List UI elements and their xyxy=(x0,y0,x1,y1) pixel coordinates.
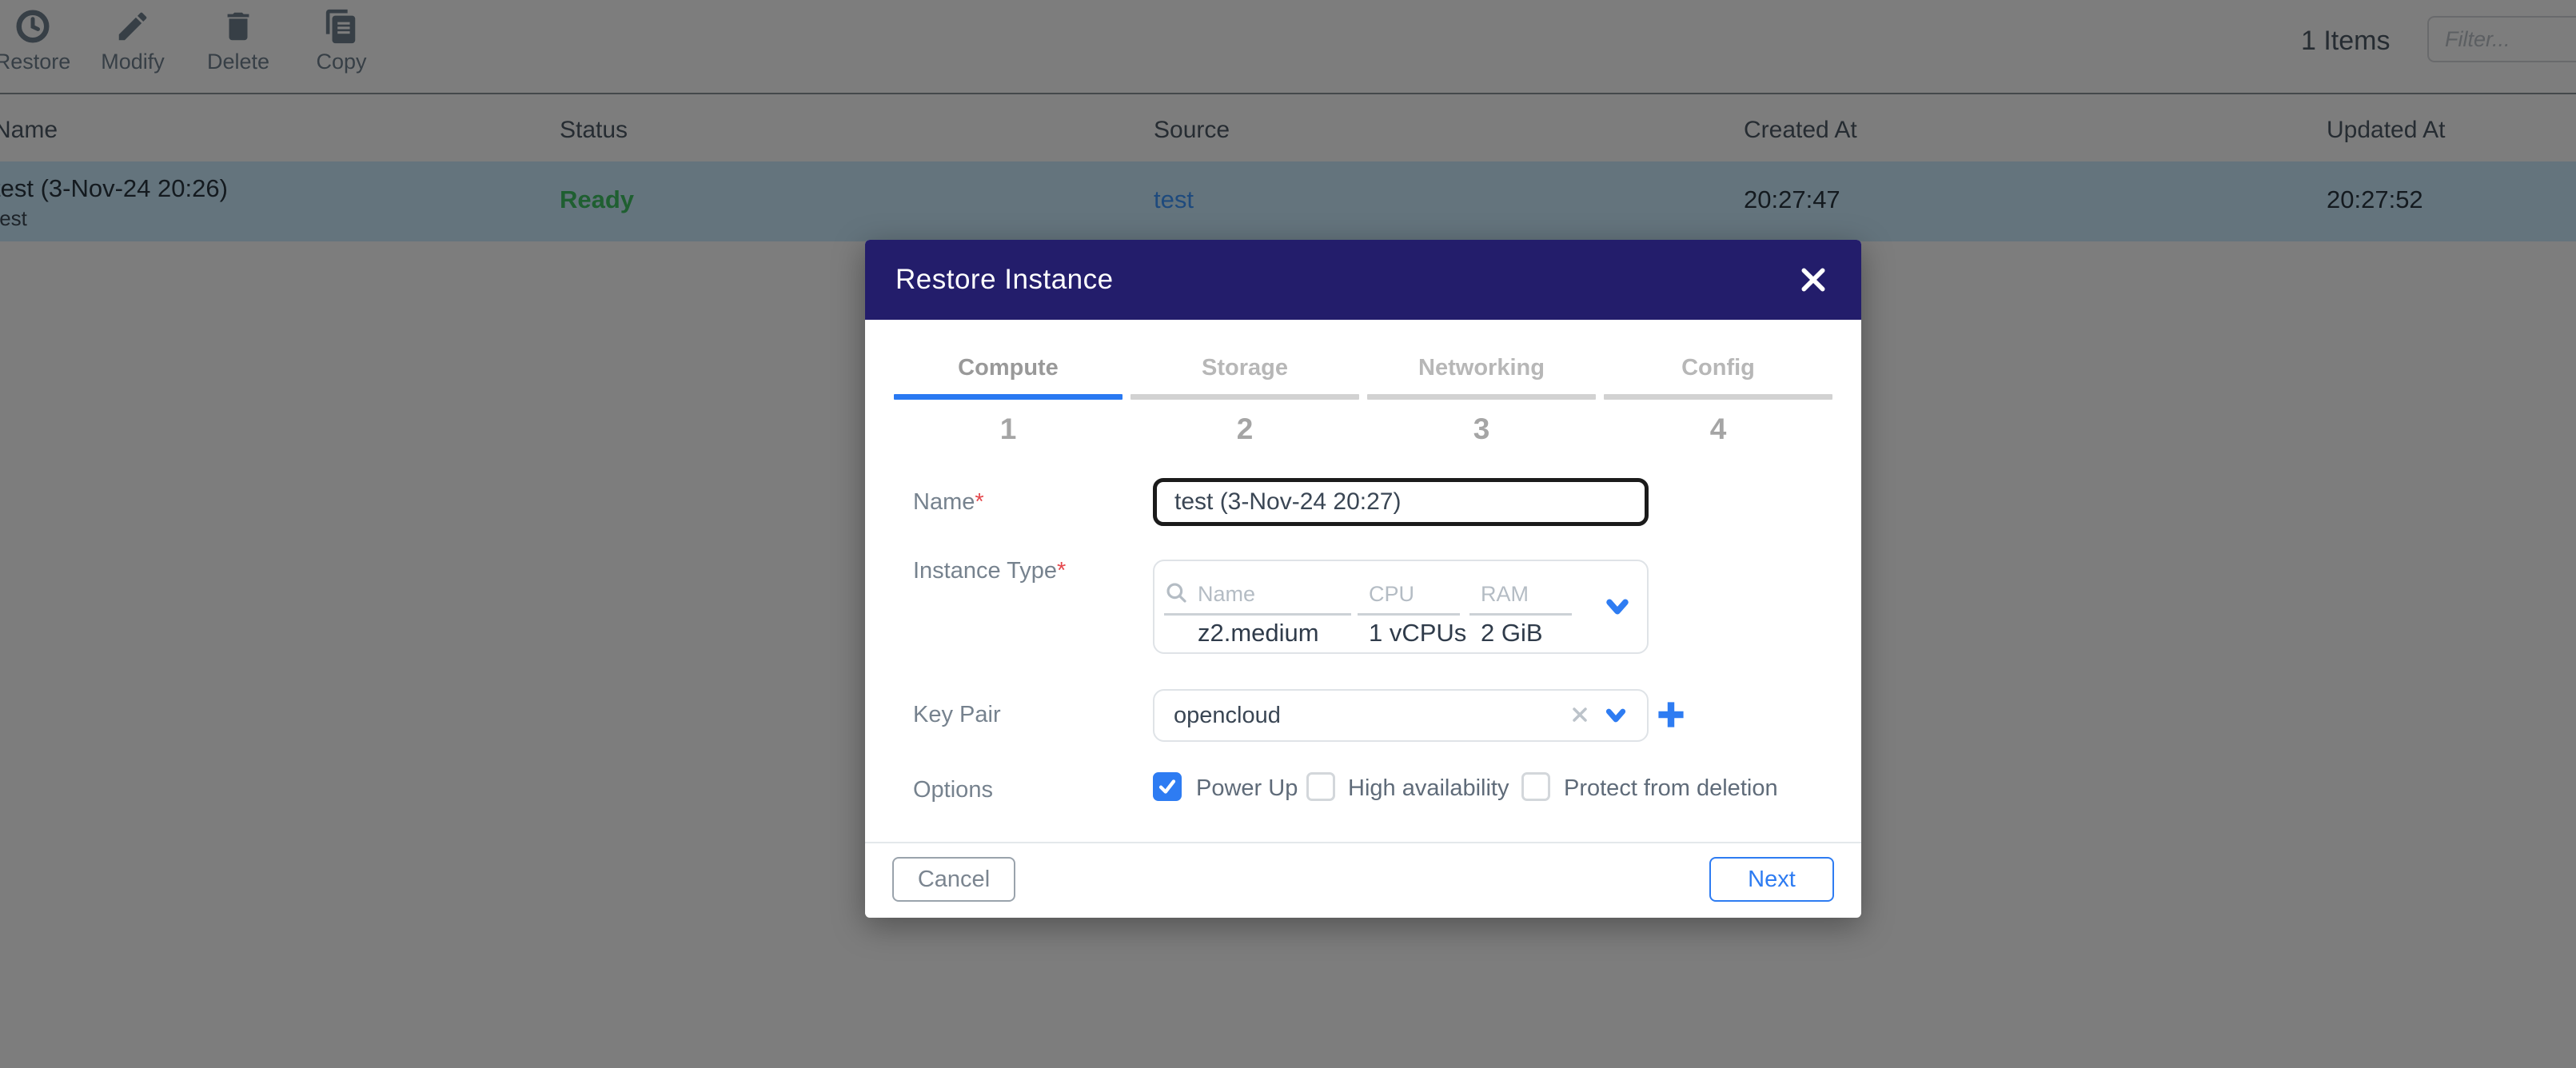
instance-type-select[interactable]: Name CPU RAM z2.medium 1 vCPUs 2 GiB xyxy=(1153,560,1649,654)
chevron-down-icon[interactable] xyxy=(1604,704,1628,731)
tab-config-bar xyxy=(1604,394,1832,400)
check-icon xyxy=(1157,776,1178,797)
name-input[interactable] xyxy=(1153,478,1649,526)
tab-storage-number: 2 xyxy=(1130,412,1359,446)
options-label: Options xyxy=(913,777,993,803)
instance-type-name-column[interactable]: Name xyxy=(1164,572,1351,616)
power-up-checkbox[interactable] xyxy=(1153,772,1182,801)
key-pair-label: Key Pair xyxy=(913,702,1001,728)
instance-type-ram-column: RAM xyxy=(1469,572,1572,616)
key-pair-select[interactable]: opencloud xyxy=(1153,689,1649,742)
instance-type-ram-placeholder: RAM xyxy=(1469,572,1572,616)
required-asterisk: * xyxy=(1057,558,1066,584)
selected-flavor-name: z2.medium xyxy=(1198,619,1319,648)
modal-header: Restore Instance xyxy=(865,240,1861,320)
instance-type-cpu-placeholder: CPU xyxy=(1358,572,1460,616)
selected-flavor-cpu: 1 vCPUs xyxy=(1369,619,1466,648)
tab-storage[interactable]: Storage 2 xyxy=(1130,320,1359,456)
footer-divider xyxy=(865,842,1861,843)
tab-config-label: Config xyxy=(1604,355,1832,381)
high-availability-label: High availability xyxy=(1348,775,1509,802)
modal-title: Restore Instance xyxy=(895,264,1796,296)
tab-networking-bar xyxy=(1367,394,1596,400)
tab-compute[interactable]: Compute 1 xyxy=(894,320,1123,456)
tab-compute-label: Compute xyxy=(894,355,1123,381)
tab-compute-bar xyxy=(894,394,1123,400)
instance-type-cpu-column: CPU xyxy=(1358,572,1460,616)
instances-page: Restore Modify Delete Copy 1 Items Name … xyxy=(0,0,2576,1068)
tab-config[interactable]: Config 4 xyxy=(1604,320,1832,456)
instance-type-label: Instance Type* xyxy=(913,558,1066,584)
high-availability-checkbox[interactable] xyxy=(1306,772,1335,801)
name-field-label: Name* xyxy=(913,489,984,516)
tab-networking-label: Networking xyxy=(1367,355,1596,381)
selected-flavor-ram: 2 GiB xyxy=(1481,619,1543,648)
tab-storage-bar xyxy=(1130,394,1359,400)
power-up-label: Power Up xyxy=(1196,775,1298,802)
tab-compute-number: 1 xyxy=(894,412,1123,446)
tab-networking-number: 3 xyxy=(1367,412,1596,446)
chevron-down-icon[interactable] xyxy=(1604,595,1631,623)
key-pair-value: opencloud xyxy=(1174,691,1281,740)
tab-storage-label: Storage xyxy=(1130,355,1359,381)
close-button[interactable] xyxy=(1796,262,1831,297)
restore-instance-modal: Restore Instance Compute 1 Storage 2 Net… xyxy=(865,240,1861,918)
add-key-pair-button[interactable] xyxy=(1653,697,1689,736)
clear-icon[interactable] xyxy=(1569,703,1591,730)
instance-type-name-placeholder: Name xyxy=(1164,572,1351,616)
cancel-button[interactable]: Cancel xyxy=(892,857,1015,902)
tab-config-number: 4 xyxy=(1604,412,1832,446)
wizard-steps: Compute 1 Storage 2 Networking 3 Config … xyxy=(894,320,1832,456)
next-button[interactable]: Next xyxy=(1709,857,1834,902)
required-asterisk: * xyxy=(975,489,983,515)
protect-from-deletion-checkbox[interactable] xyxy=(1521,772,1550,801)
tab-networking[interactable]: Networking 3 xyxy=(1367,320,1596,456)
protect-from-deletion-label: Protect from deletion xyxy=(1564,775,1778,802)
